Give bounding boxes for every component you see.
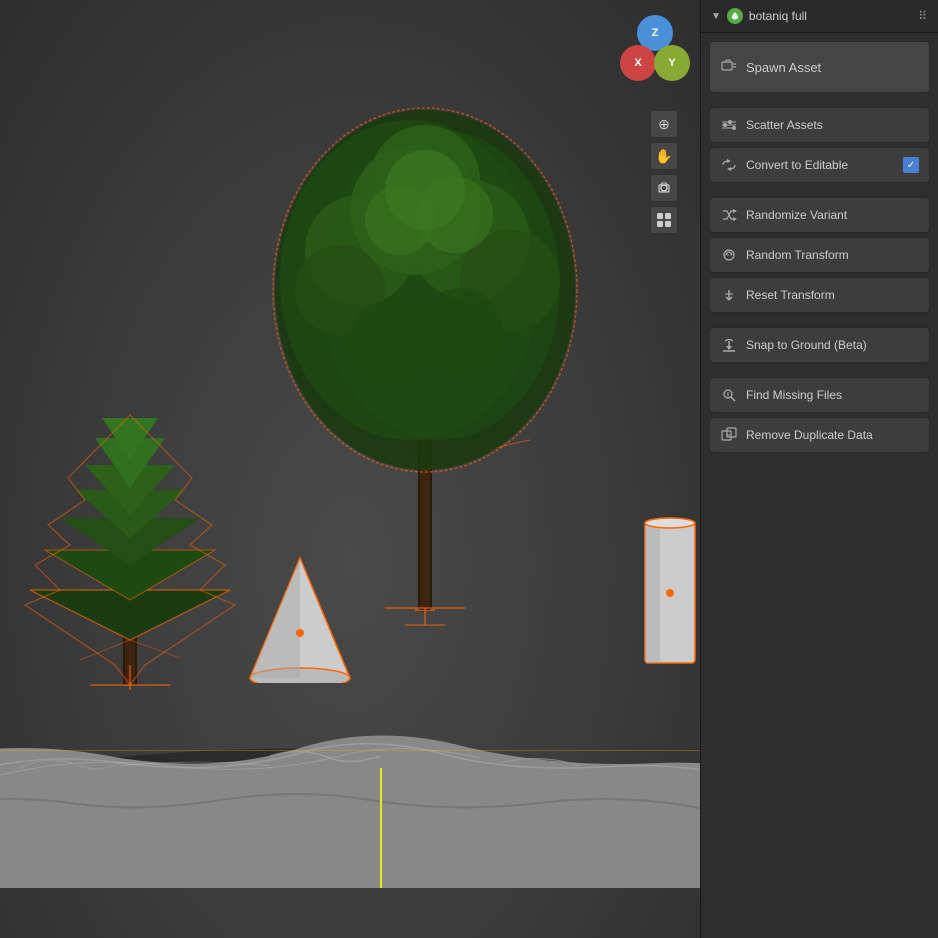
- convert-editable-label: Convert to Editable: [746, 158, 895, 172]
- snap-to-ground-button[interactable]: Snap to Ground (Beta): [709, 327, 930, 363]
- tree-small: [20, 370, 240, 690]
- zoom-tool[interactable]: ⊕: [650, 110, 678, 138]
- panel-title: botaniq full: [749, 9, 912, 23]
- spawn-icon: [720, 58, 738, 76]
- snap-icon: [720, 336, 738, 354]
- random-transform-label: Random Transform: [746, 248, 919, 262]
- 3d-viewport[interactable]: Z X Y ⊕ ✋: [0, 0, 700, 938]
- remove-duplicate-data-button[interactable]: Remove Duplicate Data: [709, 417, 930, 453]
- randomize-variant-label: Randomize Variant: [746, 208, 919, 222]
- convert-editable-button[interactable]: Convert to Editable ✓: [709, 147, 930, 183]
- random-transform-icon: [720, 246, 738, 264]
- botaniq-panel: ▼ botaniq full ⠿ Spawn Asset: [700, 0, 938, 938]
- panel-icon: [727, 8, 743, 24]
- reset-transform-button[interactable]: Reset Transform: [709, 277, 930, 313]
- y-axis-line: [380, 768, 382, 888]
- panel-collapse-arrow[interactable]: ▼: [711, 11, 721, 22]
- scatter-assets-button[interactable]: Scatter Assets: [709, 107, 930, 143]
- convert-icon: [720, 156, 738, 174]
- random-transform-button[interactable]: Random Transform: [709, 237, 930, 273]
- panel-header: ▼ botaniq full ⠿: [701, 0, 938, 33]
- remove-duplicate-data-label: Remove Duplicate Data: [746, 428, 919, 442]
- x-axis-line: [0, 750, 700, 751]
- reset-transform-icon: [720, 286, 738, 304]
- axis-x: X: [620, 45, 656, 81]
- snap-to-ground-label: Snap to Ground (Beta): [746, 338, 919, 352]
- axis-y: Y: [654, 45, 690, 81]
- spawn-asset-button[interactable]: Spawn Asset: [709, 41, 930, 93]
- find-missing-files-label: Find Missing Files: [746, 388, 919, 402]
- scatter-icon: [720, 116, 738, 134]
- panel-options[interactable]: ⠿: [918, 9, 928, 23]
- panel-buttons-container: Spawn Asset Scatter Assets: [701, 33, 938, 461]
- cylinder-object: [640, 513, 700, 673]
- spawn-asset-label: Spawn Asset: [746, 60, 919, 75]
- remove-duplicate-icon: [720, 426, 738, 444]
- reset-transform-label: Reset Transform: [746, 288, 919, 302]
- cone-object: [245, 553, 355, 683]
- convert-editable-checkbox[interactable]: ✓: [903, 157, 919, 173]
- grab-tool[interactable]: ✋: [650, 142, 678, 170]
- axis-gizmo: Z X Y: [620, 15, 690, 95]
- randomize-icon: [720, 206, 738, 224]
- randomize-variant-button[interactable]: Randomize Variant: [709, 197, 930, 233]
- find-missing-files-button[interactable]: Find Missing Files: [709, 377, 930, 413]
- viewport-toolbar: ⊕ ✋: [650, 110, 678, 234]
- grid-tool[interactable]: [650, 206, 678, 234]
- find-icon: [720, 386, 738, 404]
- camera-tool[interactable]: [650, 174, 678, 202]
- tree-large: [260, 90, 590, 630]
- scatter-assets-label: Scatter Assets: [746, 118, 919, 132]
